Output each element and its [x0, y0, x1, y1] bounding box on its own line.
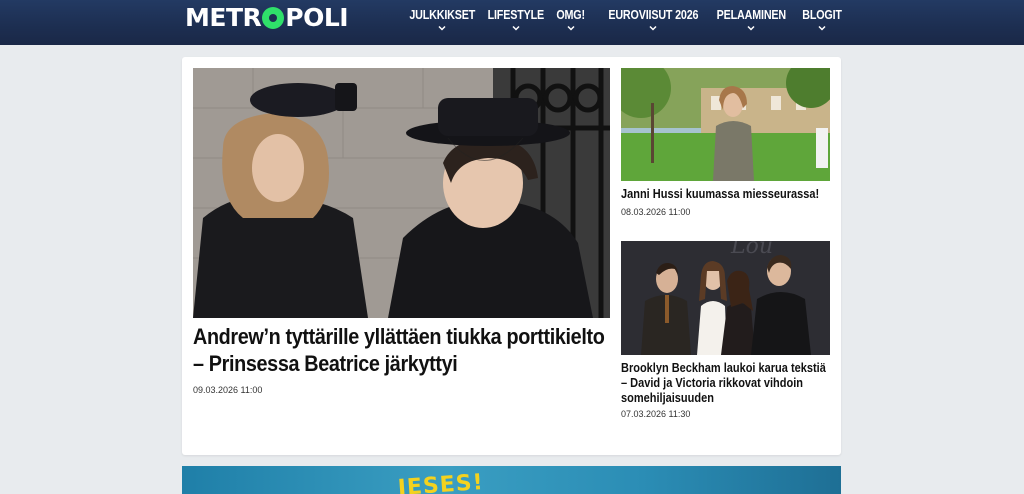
- nav-blogit[interactable]: BLOGIT: [799, 8, 845, 32]
- nav-label: PELAAMINEN: [716, 8, 787, 22]
- chevron-down-icon: [818, 25, 826, 31]
- side-article-image[interactable]: Lou: [621, 241, 830, 355]
- side-article-photo-garden: [621, 68, 830, 181]
- nav-julkkikset[interactable]: JULKKIKSET: [404, 8, 480, 32]
- side-article-photo-group: Lou: [621, 241, 830, 355]
- metropoli-logo[interactable]: METR POLI: [185, 3, 349, 32]
- main-article-image[interactable]: [193, 68, 610, 318]
- main-article-photo: [193, 68, 610, 318]
- side-article-title[interactable]: Janni Hussi kuumassa miesseurassa!: [621, 187, 832, 202]
- side-article-date: 07.03.2026 11:30: [621, 409, 691, 419]
- chevron-down-icon: [512, 25, 520, 31]
- chevron-down-icon: [747, 25, 755, 31]
- nav-label: JULKKIKSET: [409, 8, 476, 22]
- top-navigation-bar: METR POLI JULKKIKSET LIFESTYLE OMG! EUROV…: [0, 0, 1024, 45]
- main-article-title[interactable]: Andrew’n tyttärille yllättäen tiukka por…: [193, 323, 612, 377]
- chevron-down-icon: [438, 25, 446, 31]
- nav-lifestyle[interactable]: LIFESTYLE: [483, 8, 549, 32]
- chevron-down-icon: [649, 25, 657, 31]
- news-card: Andrew’n tyttärille yllättäen tiukka por…: [182, 57, 841, 455]
- side-article-title[interactable]: Brooklyn Beckham laukoi karua tekstiä – …: [621, 361, 829, 406]
- side-article-date: 08.03.2026 11:00: [621, 207, 691, 217]
- chevron-down-icon: [567, 25, 575, 31]
- logo-o-icon: [262, 6, 285, 29]
- nav-label: BLOGIT: [802, 8, 842, 22]
- nav-label: OMG!: [556, 8, 585, 22]
- nav-pelaaminen[interactable]: PELAAMINEN: [711, 8, 792, 32]
- nav-euroviisut[interactable]: EUROVIISUT 2026: [601, 8, 706, 32]
- nav-label: LIFESTYLE: [487, 8, 545, 22]
- main-article-date: 09.03.2026 11:00: [193, 385, 263, 395]
- svg-text:Lou: Lou: [730, 241, 773, 259]
- nav-omg[interactable]: OMG!: [554, 8, 587, 32]
- banner-text: JESES!: [397, 470, 485, 494]
- side-article-image[interactable]: [621, 68, 830, 181]
- nav-label: EUROVIISUT 2026: [608, 8, 699, 22]
- promo-banner[interactable]: JESES!: [182, 466, 841, 494]
